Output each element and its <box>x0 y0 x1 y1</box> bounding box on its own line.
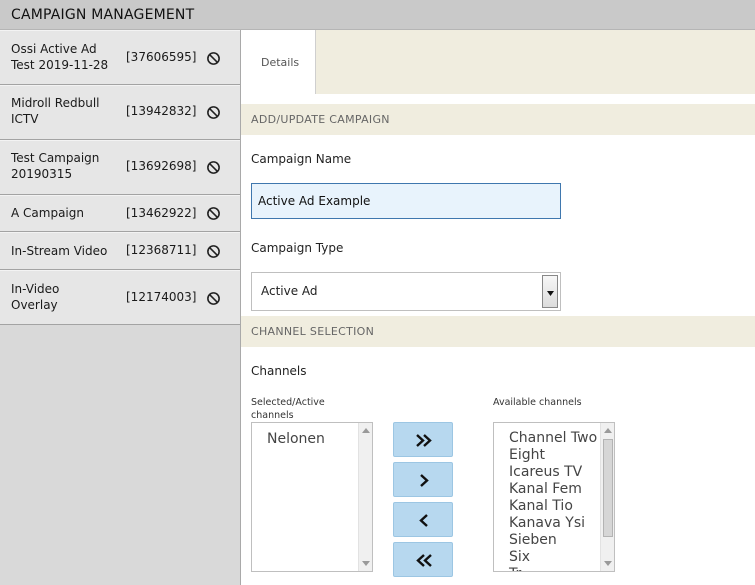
selected-channels-list[interactable]: Nelonen <box>251 422 373 572</box>
section-title: CHANNEL SELECTION <box>251 325 375 338</box>
campaign-name: Ossi Active Ad Test 2019-11-28 <box>11 42 109 72</box>
scrollbar[interactable] <box>600 423 614 571</box>
app-title: CAMPAIGN MANAGEMENT <box>11 7 195 23</box>
campaign-type-value: Active Ad <box>261 284 318 298</box>
selected-channel-option[interactable]: Nelonen <box>252 431 372 448</box>
available-channels-list[interactable]: Channel Two Eight Icareus TV Kanal Fem K… <box>493 422 615 572</box>
campaign-item[interactable]: In-Stream Video [12368711] <box>0 232 240 270</box>
selected-channels-label: Selected/Active channels <box>251 397 325 421</box>
campaign-item[interactable]: Test Campaign 20190315 [13692698] <box>0 140 240 195</box>
campaign-item[interactable]: Midroll Redbull ICTV [13942832] <box>0 85 240 140</box>
tab-label: Details <box>261 56 300 69</box>
campaign-sidebar: Ossi Active Ad Test 2019-11-28 [37606595… <box>0 30 241 585</box>
campaign-name: Test Campaign 20190315 <box>11 151 100 181</box>
chevron-left-icon <box>419 514 428 527</box>
channels-label: Channels <box>251 364 307 378</box>
ban-icon[interactable] <box>206 206 221 221</box>
available-channel-option[interactable]: Kanal Fem <box>494 481 614 498</box>
campaign-name: Midroll Redbull ICTV <box>11 96 100 126</box>
campaign-id: [13462922] <box>126 206 197 220</box>
campaign-name-input[interactable] <box>251 183 561 219</box>
dropdown-arrow-icon[interactable] <box>542 275 558 308</box>
tab-bar: Details <box>241 30 755 94</box>
ban-icon[interactable] <box>206 160 221 175</box>
top-bar: CAMPAIGN MANAGEMENT <box>0 0 755 30</box>
available-channel-option[interactable]: Channel Two <box>494 430 614 447</box>
ban-icon[interactable] <box>206 291 221 306</box>
add-update-campaign-header: ADD/UPDATE CAMPAIGN <box>241 104 755 135</box>
available-channels-label: Available channels <box>493 397 582 408</box>
double-chevron-left-icon <box>416 554 432 567</box>
chevron-right-icon <box>420 474 429 487</box>
scroll-down-icon[interactable] <box>604 561 612 566</box>
scrollbar[interactable] <box>358 423 372 571</box>
ban-icon[interactable] <box>206 244 221 259</box>
main-panel: Details ADD/UPDATE CAMPAIGN Campaign Nam… <box>241 30 755 585</box>
campaign-item[interactable]: In-Video Overlay [12174003] <box>0 270 240 325</box>
campaign-name-label: Campaign Name <box>251 152 352 166</box>
campaign-type-label: Campaign Type <box>251 241 344 255</box>
scroll-thumb[interactable] <box>603 439 613 537</box>
available-channel-option[interactable]: Icareus TV <box>494 464 614 481</box>
campaign-id: [13692698] <box>126 159 197 173</box>
scroll-up-icon[interactable] <box>604 428 612 433</box>
remove-all-channels-button[interactable] <box>393 542 453 577</box>
double-chevron-right-icon <box>416 434 432 447</box>
campaign-type-select[interactable]: Active Ad <box>251 272 561 311</box>
campaign-name: In-Video Overlay <box>11 282 60 312</box>
channel-selection-header: CHANNEL SELECTION <box>241 316 755 347</box>
ban-icon[interactable] <box>206 51 221 66</box>
section-title: ADD/UPDATE CAMPAIGN <box>251 113 390 126</box>
campaign-id: [13942832] <box>126 104 197 118</box>
available-channel-option[interactable]: Eight <box>494 447 614 464</box>
campaign-item[interactable]: Ossi Active Ad Test 2019-11-28 [37606595… <box>0 30 240 85</box>
campaign-name: In-Stream Video <box>11 244 108 258</box>
remove-channel-button[interactable] <box>393 502 453 537</box>
campaign-id: [12368711] <box>126 243 197 257</box>
campaign-item[interactable]: A Campaign [13462922] <box>0 195 240 232</box>
ban-icon[interactable] <box>206 105 221 120</box>
tab-details[interactable]: Details <box>241 30 316 94</box>
campaign-id: [37606595] <box>126 50 197 64</box>
add-all-channels-button[interactable] <box>393 422 453 457</box>
scroll-down-icon[interactable] <box>362 561 370 566</box>
available-channel-option[interactable]: Kanava Ysi <box>494 515 614 532</box>
available-channel-option[interactable]: Sieben <box>494 532 614 549</box>
add-channel-button[interactable] <box>393 462 453 497</box>
available-channel-option[interactable]: Six <box>494 549 614 566</box>
scroll-up-icon[interactable] <box>362 428 370 433</box>
campaign-id: [12174003] <box>126 290 197 304</box>
available-channel-option[interactable]: Kanal Tio <box>494 498 614 515</box>
campaign-name: A Campaign <box>11 206 84 220</box>
available-channel-option[interactable]: Tr <box>494 566 614 571</box>
